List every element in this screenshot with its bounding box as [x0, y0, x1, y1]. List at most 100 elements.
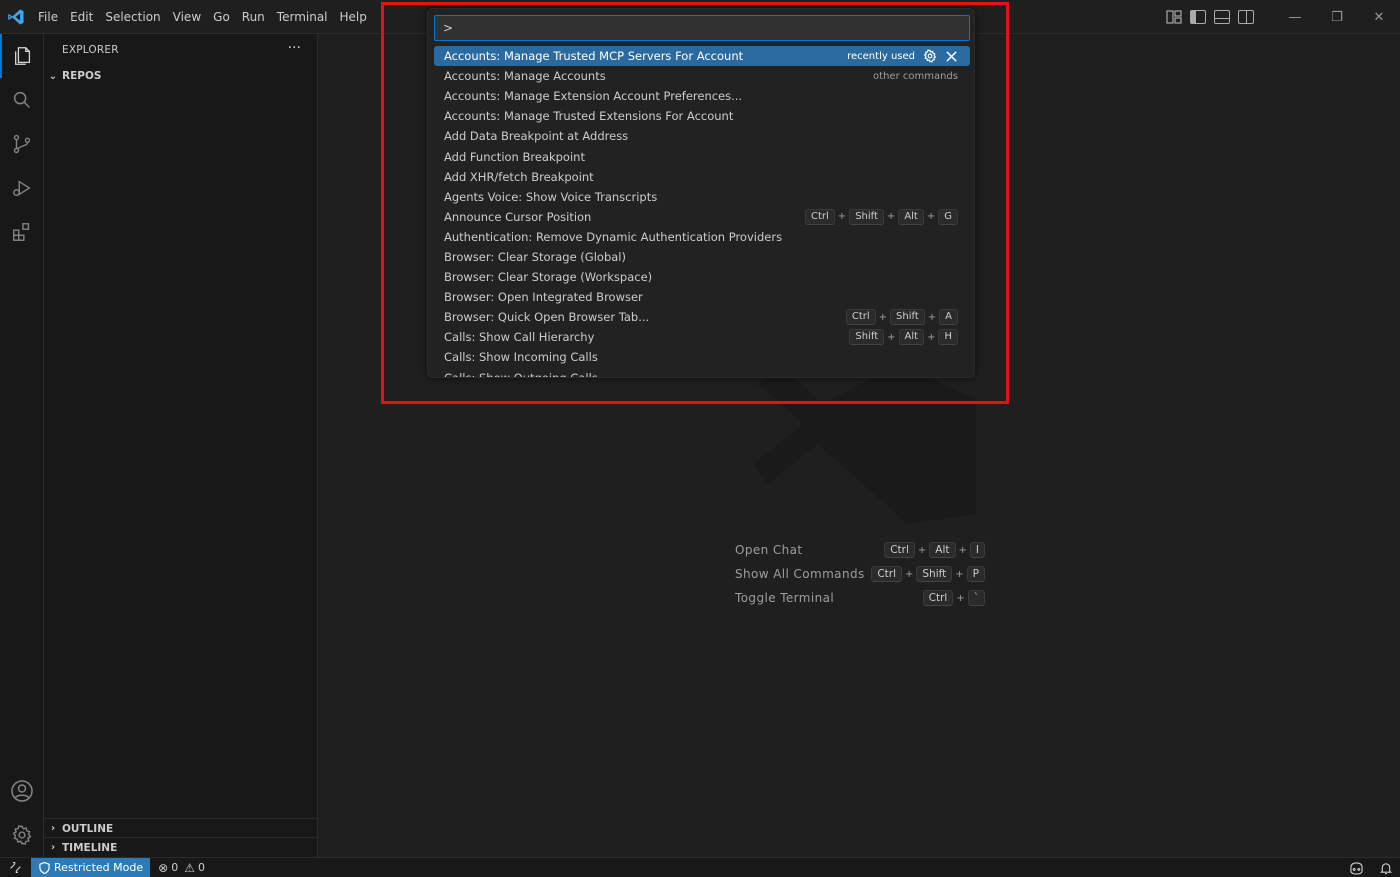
key-cap: Ctrl [922, 590, 954, 606]
key-cap: Alt [898, 208, 924, 225]
menu-file[interactable]: File [32, 0, 64, 34]
command-label: Authentication: Remove Dynamic Authentic… [444, 229, 783, 244]
restore-button[interactable]: ❐ [1316, 0, 1358, 34]
run-debug-icon[interactable] [0, 166, 44, 210]
restricted-mode-label: Restricted Mode [54, 861, 144, 874]
command-item[interactable]: Accounts: Manage Trusted MCP Servers For… [434, 46, 970, 67]
command-label: Calls: Show Incoming Calls [444, 350, 598, 365]
command-label: Browser: Quick Open Browser Tab... [444, 310, 650, 325]
vscode-logo-icon [8, 9, 24, 25]
key-separator: + [886, 211, 896, 223]
key-cap: ` [967, 590, 985, 606]
command-item[interactable]: Add Function Breakpoint [434, 146, 970, 166]
key-cap: H [938, 329, 958, 346]
watermark-shortcut: Open Chat Ctrl + Alt + I [735, 540, 985, 560]
command-list: Accounts: Manage Trusted MCP Servers For… [434, 46, 970, 378]
status-right [1349, 858, 1392, 877]
menu-go[interactable]: Go [207, 0, 236, 34]
keybinding: Ctrl + ` [922, 590, 985, 606]
command-item-right: Shift + Alt + H [849, 327, 958, 347]
command-item[interactable]: Add Data Breakpoint at Address [434, 126, 970, 146]
key-separator: + [917, 544, 927, 556]
toggle-panel-icon[interactable] [1214, 10, 1230, 24]
remote-indicator-icon[interactable] [0, 858, 31, 877]
remove-from-history-close-icon[interactable] [945, 50, 958, 63]
close-window-button[interactable]: ✕ [1358, 0, 1400, 34]
command-group-hint: recently used [847, 50, 915, 62]
command-item[interactable]: Agents Voice: Show Voice Transcripts [434, 187, 970, 207]
command-label: Add Function Breakpoint [444, 149, 585, 164]
copilot-icon[interactable] [1349, 861, 1364, 875]
section-outline[interactable]: › OUTLINE [44, 818, 318, 838]
key-cap: Shift [890, 309, 925, 326]
keybinding: Ctrl + Shift + P [871, 566, 985, 582]
command-item[interactable]: Calls: Show Outgoing Calls [434, 368, 970, 378]
menu-run[interactable]: Run [236, 0, 271, 34]
key-cap: Shift [849, 208, 884, 225]
command-item[interactable]: Browser: Clear Storage (Workspace) [434, 267, 970, 287]
accounts-icon[interactable] [0, 769, 44, 813]
restricted-mode-badge[interactable]: Restricted Mode [31, 857, 151, 877]
toggle-secondary-sidebar-icon[interactable] [1238, 10, 1254, 24]
command-item[interactable]: Accounts: Manage Extension Account Prefe… [434, 86, 970, 106]
key-separator: + [956, 592, 965, 604]
command-item[interactable]: Browser: Clear Storage (Global) [434, 247, 970, 267]
key-cap: Shift [916, 566, 953, 582]
toggle-primary-sidebar-icon[interactable] [1190, 10, 1206, 24]
command-label: Agents Voice: Show Voice Transcripts [444, 189, 658, 204]
notifications-bell-icon[interactable] [1380, 862, 1392, 875]
minimize-button[interactable]: — [1274, 0, 1316, 34]
shield-icon [39, 861, 50, 874]
command-item[interactable]: Accounts: Manage Trusted Extensions For … [434, 106, 970, 126]
extensions-icon[interactable] [0, 210, 44, 254]
section-repos[interactable]: ⌄ REPOS [44, 66, 318, 86]
source-control-icon[interactable] [0, 122, 44, 166]
command-item[interactable]: Add XHR/fetch Breakpoint [434, 167, 970, 187]
key-separator: + [927, 331, 936, 343]
problems-indicator[interactable]: ⊗ 0 ⚠ 0 [158, 861, 205, 875]
key-cap: Ctrl [871, 566, 902, 582]
shortcut-label: Open Chat [735, 543, 803, 557]
menu-help[interactable]: Help [334, 0, 373, 34]
chevron-right-icon: › [50, 823, 56, 834]
search-icon[interactable] [0, 78, 44, 122]
command-palette-input[interactable] [434, 15, 970, 41]
command-label: Calls: Show Outgoing Calls [444, 370, 598, 378]
more-actions-icon[interactable]: ··· [288, 40, 301, 56]
explorer-icon[interactable] [0, 34, 44, 78]
command-item[interactable]: Calls: Show Call Hierarchy Shift + Alt + H [434, 327, 970, 347]
watermark-shortcut: Show All Commands Ctrl + Shift + P [735, 564, 985, 584]
command-label: Add XHR/fetch Breakpoint [444, 169, 594, 184]
key-separator: + [927, 311, 937, 323]
key-separator: + [958, 544, 967, 556]
key-cap: Alt [898, 329, 925, 346]
command-label: Calls: Show Call Hierarchy [444, 330, 595, 345]
shortcut-label: Toggle Terminal [735, 591, 835, 605]
command-item[interactable]: Authentication: Remove Dynamic Authentic… [434, 227, 970, 247]
menu-terminal[interactable]: Terminal [271, 0, 334, 34]
customize-layout-icon[interactable] [1166, 10, 1182, 24]
activity-bar [0, 34, 44, 857]
configure-keybinding-gear-icon[interactable] [923, 49, 937, 63]
command-item[interactable]: Browser: Open Integrated Browser [434, 287, 970, 307]
command-item[interactable]: Accounts: Manage Accounts other commands [434, 66, 970, 86]
manage-gear-icon[interactable] [0, 813, 44, 857]
section-timeline[interactable]: › TIMELINE [44, 837, 318, 857]
key-cap: Shift [849, 329, 885, 346]
command-palette: Accounts: Manage Trusted MCP Servers For… [427, 8, 975, 378]
keybinding: Ctrl + Shift + A [845, 309, 958, 326]
command-item[interactable]: Browser: Quick Open Browser Tab... Ctrl + S… [434, 307, 970, 327]
section-timeline-label: TIMELINE [62, 841, 118, 854]
command-label: Add Data Breakpoint at Address [444, 129, 629, 144]
menu-view[interactable]: View [167, 0, 207, 34]
chevron-right-icon: › [50, 842, 56, 853]
key-cap: Ctrl [884, 542, 915, 558]
menu-edit[interactable]: Edit [64, 0, 99, 34]
command-item[interactable]: Announce Cursor Position Ctrl + Shift + Alt + G [434, 207, 970, 227]
key-separator: + [926, 211, 936, 223]
chevron-down-icon: ⌄ [48, 70, 58, 82]
command-item[interactable]: Calls: Show Incoming Calls [434, 347, 970, 367]
watermark-shortcut: Toggle Terminal Ctrl + ` [735, 588, 985, 608]
menu-bar: File Edit Selection View Go Run Terminal Help [32, 0, 373, 34]
menu-selection[interactable]: Selection [99, 0, 166, 34]
